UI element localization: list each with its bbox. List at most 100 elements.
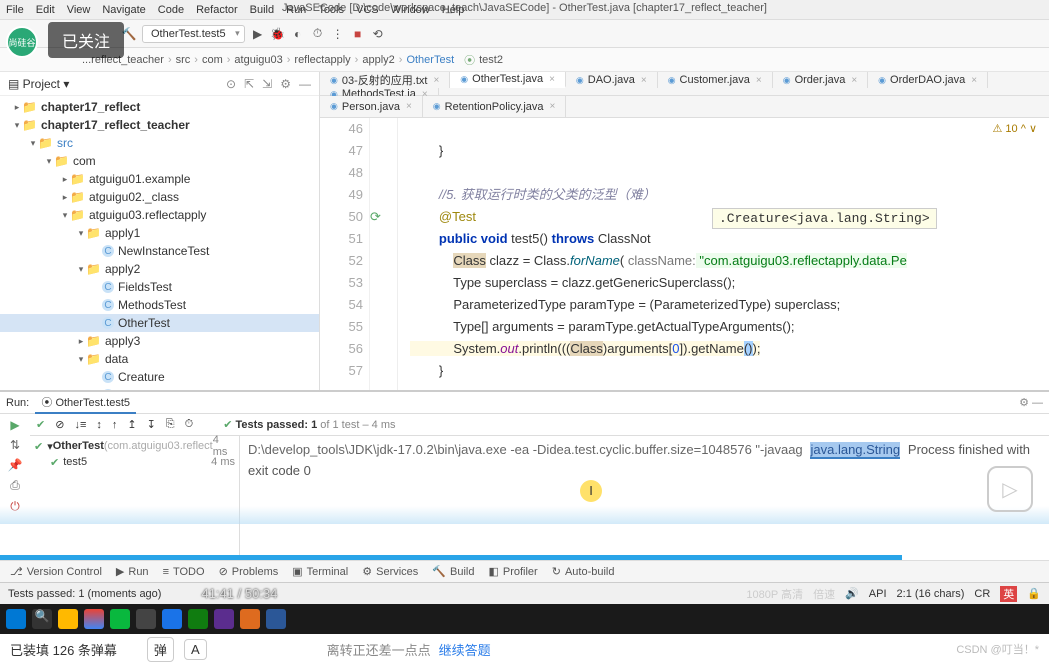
stop-icon[interactable]: ■: [351, 27, 365, 41]
run-config-select[interactable]: OtherTest.test5: [142, 25, 245, 43]
bottom-tab[interactable]: ≡TODO: [163, 566, 205, 578]
hammer-icon[interactable]: 🔨: [122, 27, 136, 41]
tree-item[interactable]: ▾📁data: [0, 350, 319, 368]
collapse2-icon[interactable]: ↑: [112, 419, 118, 431]
rerun-icon[interactable]: ▶: [10, 418, 19, 432]
bottom-tab[interactable]: ▶Run: [116, 565, 149, 578]
menu-view[interactable]: View: [67, 4, 91, 16]
pin-icon[interactable]: 📌: [8, 458, 23, 472]
tree-item[interactable]: ▾📁com: [0, 152, 319, 170]
danmu-toggle-icon[interactable]: 弹: [147, 637, 174, 662]
editor-tab[interactable]: ◉Customer.java×: [658, 72, 773, 88]
app-icon[interactable]: [136, 609, 156, 629]
run-gear-icon[interactable]: ⚙ —: [1019, 396, 1043, 409]
printer-icon[interactable]: ⎙: [10, 478, 20, 493]
crumb-method[interactable]: test2: [479, 54, 503, 66]
menu-file[interactable]: File: [6, 4, 24, 16]
app3-icon[interactable]: [188, 609, 208, 629]
close-icon[interactable]: ×: [549, 74, 555, 85]
video-play-button[interactable]: ▷: [987, 466, 1033, 512]
menu-edit[interactable]: Edit: [36, 4, 55, 16]
crumb-class[interactable]: OtherTest: [406, 54, 454, 66]
ime-icon[interactable]: CR: [974, 588, 990, 600]
editor-tab[interactable]: ◉OrderDAO.java×: [868, 72, 988, 88]
next-icon[interactable]: ↧: [147, 418, 156, 431]
profile-icon[interactable]: ⏱: [311, 27, 325, 41]
tree-item[interactable]: ▸📁apply3: [0, 332, 319, 350]
chrome-icon[interactable]: [84, 609, 104, 629]
tree-item[interactable]: COtherTest: [0, 314, 319, 332]
crumb-src[interactable]: src: [176, 54, 191, 66]
run-tab[interactable]: ⦿ OtherTest.test5: [35, 392, 136, 414]
tree-item[interactable]: ▾📁chapter17_reflect_teacher: [0, 116, 319, 134]
continue-answer-link[interactable]: 继续答题: [439, 640, 491, 659]
prev-icon[interactable]: ↥: [127, 418, 136, 431]
close-icon[interactable]: ×: [550, 101, 556, 112]
bottom-tab[interactable]: 🔨Build: [432, 565, 474, 578]
app5-icon[interactable]: [240, 609, 260, 629]
export-icon[interactable]: ⎘: [166, 418, 175, 431]
close-icon[interactable]: ×: [433, 75, 439, 86]
pass-icon[interactable]: ✔: [36, 418, 45, 431]
fail-icon[interactable]: ⊘: [55, 418, 64, 431]
bottom-tab[interactable]: ⊘Problems: [219, 565, 279, 578]
app2-icon[interactable]: [162, 609, 182, 629]
menu-code[interactable]: Code: [158, 4, 184, 16]
close-icon[interactable]: ×: [641, 75, 647, 86]
editor-tab[interactable]: ◉Order.java×: [773, 72, 868, 88]
gear-icon[interactable]: ⚙: [280, 77, 291, 91]
danmu-setting-icon[interactable]: A: [184, 639, 207, 660]
close-icon[interactable]: ×: [971, 75, 977, 86]
hide-icon[interactable]: —: [299, 77, 311, 91]
tree-item[interactable]: CNewInstanceTest: [0, 242, 319, 260]
tree-item[interactable]: CFieldsTest: [0, 278, 319, 296]
crumb-sub[interactable]: reflectapply: [294, 54, 350, 66]
history-icon[interactable]: ⏱: [185, 418, 194, 431]
tree-item[interactable]: CCreature: [0, 368, 319, 386]
project-tree[interactable]: ▸📁chapter17_reflect▾📁chapter17_reflect_t…: [0, 96, 319, 390]
close-icon[interactable]: ×: [756, 75, 762, 86]
menu-navigate[interactable]: Navigate: [102, 4, 145, 16]
bottom-tab[interactable]: ⚙Services: [362, 565, 418, 578]
tree-item[interactable]: ▸📁chapter17_reflect: [0, 98, 319, 116]
crumb-pkg[interactable]: atguigu03: [234, 54, 282, 66]
warnings-badge[interactable]: ⚠ 10 ^ ∨: [993, 122, 1038, 135]
search-icon[interactable]: 🔍: [32, 609, 52, 629]
video-resolution[interactable]: 1080P 高清: [746, 586, 803, 602]
more-run-icon[interactable]: ⋮: [331, 27, 345, 41]
crumb-com[interactable]: com: [202, 54, 223, 66]
tree-item[interactable]: ▸📁atguigu01.example: [0, 170, 319, 188]
tree-item[interactable]: ▸📁atguigu02._class: [0, 188, 319, 206]
tree-item[interactable]: ▾📁apply2: [0, 260, 319, 278]
video-speed[interactable]: 倍速: [813, 586, 835, 602]
close-icon[interactable]: ×: [406, 101, 412, 112]
bottom-tab[interactable]: ↻Auto-build: [552, 565, 615, 578]
expand-icon[interactable]: ↕: [96, 419, 102, 431]
run-icon[interactable]: ▶: [251, 27, 265, 41]
debug-icon[interactable]: 🐞: [271, 27, 285, 41]
menu-refactor[interactable]: Refactor: [196, 4, 238, 16]
toggle-icon[interactable]: ⇅: [10, 438, 20, 452]
lang-badge[interactable]: 英: [1000, 586, 1017, 602]
git-update-icon[interactable]: ⟲: [371, 27, 385, 41]
app6-icon[interactable]: [266, 609, 286, 629]
editor-tab[interactable]: ◉03-反射的应用.txt×: [320, 72, 450, 88]
tree-item[interactable]: CMethodsTest: [0, 296, 319, 314]
start-icon[interactable]: [6, 609, 26, 629]
sort-icon[interactable]: ↓≡: [74, 419, 86, 431]
bottom-tab[interactable]: ⎇Version Control: [10, 565, 102, 578]
editor-tab[interactable]: ◉DAO.java×: [566, 72, 658, 88]
tree-item[interactable]: ▾📁atguigu03.reflectapply: [0, 206, 319, 224]
test-tree[interactable]: ✔▾ OtherTest (com.atguigu03.reflect4 ms …: [30, 436, 240, 560]
explorer-icon[interactable]: [58, 609, 78, 629]
channel-avatar[interactable]: 尚硅谷: [6, 26, 38, 58]
project-tab[interactable]: ▤ Project ▾: [8, 77, 69, 91]
editor-tab[interactable]: ◉OtherTest.java×: [450, 72, 566, 88]
tree-item[interactable]: @MyAnnotation: [0, 386, 319, 390]
editor-tab[interactable]: ◉Person.java×: [320, 96, 423, 117]
tree-item[interactable]: ▾📁src: [0, 134, 319, 152]
bottom-tab[interactable]: ▣Terminal: [292, 565, 348, 578]
coverage-icon[interactable]: ◐: [291, 27, 305, 41]
tree-item[interactable]: ▾📁apply1: [0, 224, 319, 242]
code-editor[interactable]: ⚠ 10 ^ ∨ 464748495051525354555657 ⟳ } //…: [320, 118, 1049, 390]
